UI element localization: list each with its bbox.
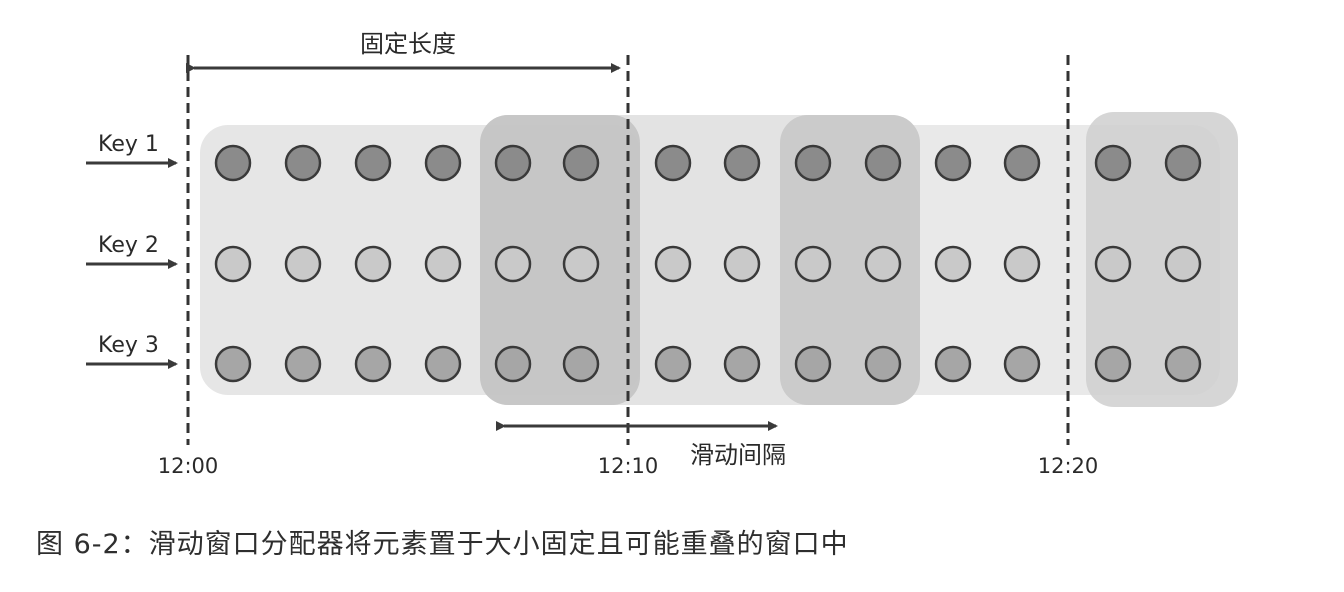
time-label: 12:00 <box>158 454 219 478</box>
key-labels: Key 1 Key 2 Key 3 <box>86 132 178 369</box>
time-label: 12:20 <box>1038 454 1099 478</box>
event-dot <box>1003 345 1041 383</box>
event-dot <box>723 245 761 283</box>
event-dot <box>214 345 252 383</box>
event-dot <box>864 245 902 283</box>
event-dot <box>794 345 832 383</box>
event-dot <box>1164 245 1202 283</box>
time-labels: 12:00 12:10 12:20 <box>158 454 1099 478</box>
event-dot <box>494 345 532 383</box>
key-label: Key 3 <box>98 333 159 358</box>
key-label: Key 1 <box>98 132 159 157</box>
event-dot <box>494 144 532 182</box>
event-dot <box>794 245 832 283</box>
event-dot <box>934 245 972 283</box>
event-dot <box>494 245 532 283</box>
slide-interval-label: 滑动间隔 <box>690 441 786 469</box>
event-dot <box>654 245 692 283</box>
event-dot <box>864 144 902 182</box>
event-dot <box>562 144 600 182</box>
event-dot <box>1094 144 1132 182</box>
event-dot <box>1094 245 1132 283</box>
event-dot <box>1003 245 1041 283</box>
event-dot <box>723 144 761 182</box>
event-dot <box>284 345 322 383</box>
event-dot <box>1003 144 1041 182</box>
window-length-label: 固定长度 <box>360 30 456 58</box>
event-dot <box>1094 345 1132 383</box>
event-dot <box>214 144 252 182</box>
key-label: Key 2 <box>98 233 159 258</box>
time-label: 12:10 <box>598 454 659 478</box>
event-dot <box>424 245 462 283</box>
event-dot <box>934 144 972 182</box>
event-dot <box>723 345 761 383</box>
event-dot <box>654 144 692 182</box>
event-dot <box>424 345 462 383</box>
event-dot <box>354 245 392 283</box>
event-dot <box>284 245 322 283</box>
event-dot <box>1164 144 1202 182</box>
event-dot <box>794 144 832 182</box>
event-dot <box>1164 345 1202 383</box>
event-dot <box>354 345 392 383</box>
event-dot <box>654 345 692 383</box>
event-dot <box>214 245 252 283</box>
sliding-window-diagram: 固定长度 Key 1 Key 2 Key 3 滑动间隔 12:00 12:10 12:2… <box>86 30 1238 478</box>
event-dot <box>864 345 902 383</box>
event-dot <box>284 144 322 182</box>
event-dot <box>424 144 462 182</box>
figure-caption: 图 6-2：滑动窗口分配器将元素置于大小固定且可能重叠的窗口中 <box>36 529 849 560</box>
event-dot <box>562 345 600 383</box>
event-dot <box>562 245 600 283</box>
event-dot <box>354 144 392 182</box>
event-dot <box>934 345 972 383</box>
